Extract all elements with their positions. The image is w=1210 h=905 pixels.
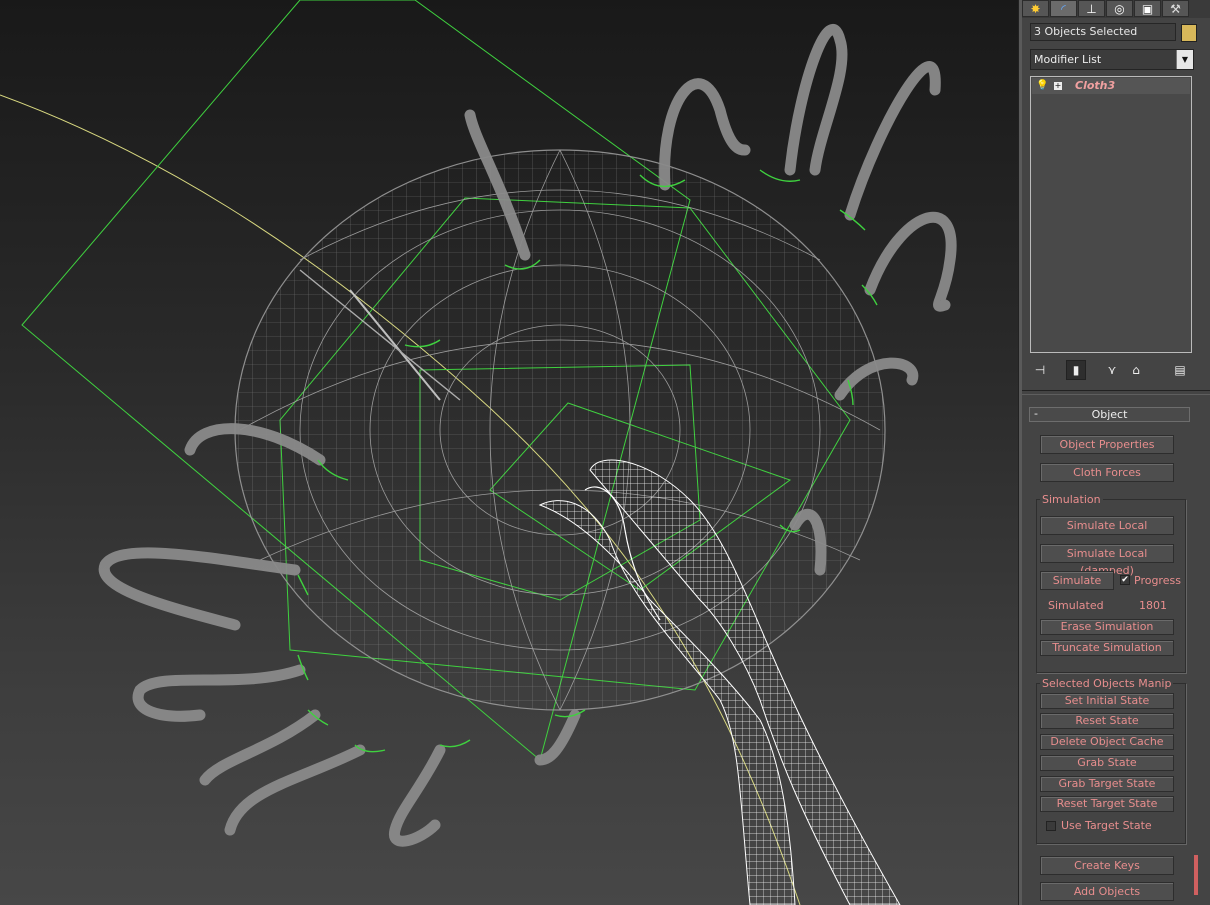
truncate-simulation-button[interactable]: Truncate Simulation xyxy=(1040,640,1174,656)
command-panel: ✸ ◜ ⊥ ◎ ▣ ⚒ 3 Objects Selected Modifier … xyxy=(1022,0,1210,905)
remove-modifier-icon[interactable]: ⌂ xyxy=(1126,360,1146,380)
scrollbar-thumb[interactable] xyxy=(1194,855,1198,895)
reset-state-button[interactable]: Reset State xyxy=(1040,713,1174,729)
hierarchy-tab[interactable]: ⊥ xyxy=(1078,0,1105,17)
object-color-swatch[interactable] xyxy=(1181,24,1197,42)
use-target-state-label: Use Target State xyxy=(1061,819,1152,832)
object-name-field[interactable]: 3 Objects Selected xyxy=(1030,23,1176,41)
create-keys-button[interactable]: Create Keys xyxy=(1040,856,1174,875)
use-target-state-checkbox[interactable] xyxy=(1046,821,1056,831)
hierarchy-icon: ⊥ xyxy=(1086,1,1097,16)
display-icon: ▣ xyxy=(1141,1,1154,16)
set-initial-state-button[interactable]: Set Initial State xyxy=(1040,693,1174,709)
stack-item-label: Cloth3 xyxy=(1075,79,1116,92)
manip-group-label: Selected Objects Manip xyxy=(1040,677,1174,690)
panel-separator xyxy=(1022,390,1210,395)
cloth-forces-button[interactable]: Cloth Forces xyxy=(1040,463,1174,482)
modifier-list-dropdown[interactable]: Modifier List ▼ xyxy=(1030,49,1194,70)
motion-tab[interactable]: ◎ xyxy=(1106,0,1133,17)
utilities-icon: ⚒ xyxy=(1170,1,1181,16)
configure-sets-icon[interactable]: ▤ xyxy=(1170,360,1190,380)
progress-label: Progress xyxy=(1134,574,1181,587)
display-tab[interactable]: ▣ xyxy=(1134,0,1161,17)
panel-scrollbar[interactable] xyxy=(1194,405,1198,905)
create-icon: ✸ xyxy=(1030,1,1041,16)
progress-checkbox[interactable]: ✔ xyxy=(1120,575,1130,585)
lightbulb-icon[interactable]: 💡 xyxy=(1036,80,1048,91)
dropdown-arrow-icon: ▼ xyxy=(1176,50,1193,69)
simulate-local-damped-button[interactable]: Simulate Local (damped) xyxy=(1040,544,1174,577)
show-end-result-icon[interactable]: ▮ xyxy=(1066,360,1086,380)
viewport-scene xyxy=(0,0,957,905)
erase-simulation-button[interactable]: Erase Simulation xyxy=(1040,619,1174,635)
modifier-list-label: Modifier List xyxy=(1034,53,1102,66)
pin-stack-icon[interactable]: ⊣ xyxy=(1030,360,1050,380)
object-properties-button[interactable]: Object Properties xyxy=(1040,435,1174,454)
perspective-viewport[interactable] xyxy=(0,0,1018,905)
utilities-tab[interactable]: ⚒ xyxy=(1162,0,1189,17)
create-tab[interactable]: ✸ xyxy=(1022,0,1049,17)
simulate-local-button[interactable]: Simulate Local xyxy=(1040,516,1174,535)
grab-target-state-button[interactable]: Grab Target State xyxy=(1040,776,1174,792)
delete-object-cache-button[interactable]: Delete Object Cache xyxy=(1040,734,1174,750)
rollout-title: Object xyxy=(1091,408,1128,421)
motion-icon: ◎ xyxy=(1114,1,1125,16)
make-unique-icon[interactable]: ⋎ xyxy=(1102,360,1122,380)
cloth-sphere-wireframe xyxy=(234,149,886,711)
stack-item-cloth[interactable]: 💡 + Cloth3 xyxy=(1032,78,1190,94)
simulated-label: Simulated xyxy=(1048,599,1104,612)
stack-toolbar: ⊣ ▮ ⋎ ⌂ ▤ xyxy=(1030,360,1195,380)
object-rollout: - Object Object Properties Cloth Forces … xyxy=(1026,405,1194,905)
modify-icon: ◜ xyxy=(1061,1,1066,16)
rollout-header[interactable]: - Object xyxy=(1029,407,1190,422)
expand-plus-icon[interactable]: + xyxy=(1054,82,1062,90)
add-objects-button[interactable]: Add Objects xyxy=(1040,882,1174,901)
command-panel-tabs: ✸ ◜ ⊥ ◎ ▣ ⚒ xyxy=(1022,0,1210,18)
modify-tab[interactable]: ◜ xyxy=(1050,0,1077,17)
simulation-group-label: Simulation xyxy=(1040,493,1103,506)
grab-state-button[interactable]: Grab State xyxy=(1040,755,1174,771)
simulate-button[interactable]: Simulate xyxy=(1040,571,1114,590)
simulated-value: 1801 xyxy=(1139,599,1167,612)
modifier-stack[interactable]: 💡 + Cloth3 xyxy=(1030,76,1192,353)
reset-target-state-button[interactable]: Reset Target State xyxy=(1040,796,1174,812)
